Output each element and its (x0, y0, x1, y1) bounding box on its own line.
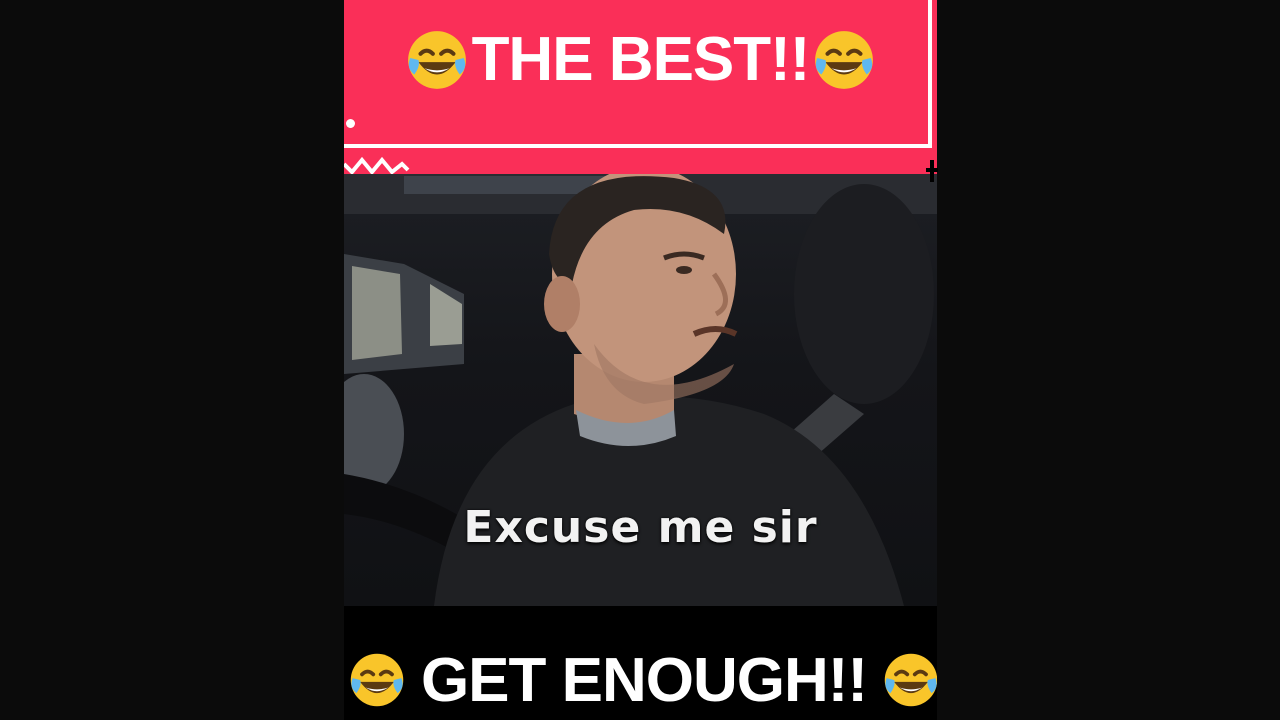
letterbox-background: THE BEST!! Excuse me sir GET ENOUGH!! (0, 0, 1280, 720)
face-with-tears-of-joy-icon (884, 653, 937, 707)
face-with-tears-of-joy-icon (815, 31, 874, 89)
bottom-caption-text: GET ENOUGH!! (420, 645, 868, 715)
title-banner: THE BEST!! (344, 0, 937, 176)
banner-dot (346, 119, 355, 128)
face-with-tears-of-joy-icon (407, 31, 466, 89)
banner-title: THE BEST!! (471, 25, 811, 94)
video-subtitle: Excuse me sir (463, 502, 818, 553)
edge-marker (926, 160, 938, 182)
banner-title-row: THE BEST!! (344, 20, 937, 100)
face-with-tears-of-joy-icon (350, 653, 404, 707)
bottom-caption-row: GET ENOUGH!! (344, 640, 937, 720)
video-scene: Excuse me sir (344, 174, 937, 606)
video-frame[interactable]: THE BEST!! Excuse me sir GET ENOUGH!! (344, 0, 937, 720)
